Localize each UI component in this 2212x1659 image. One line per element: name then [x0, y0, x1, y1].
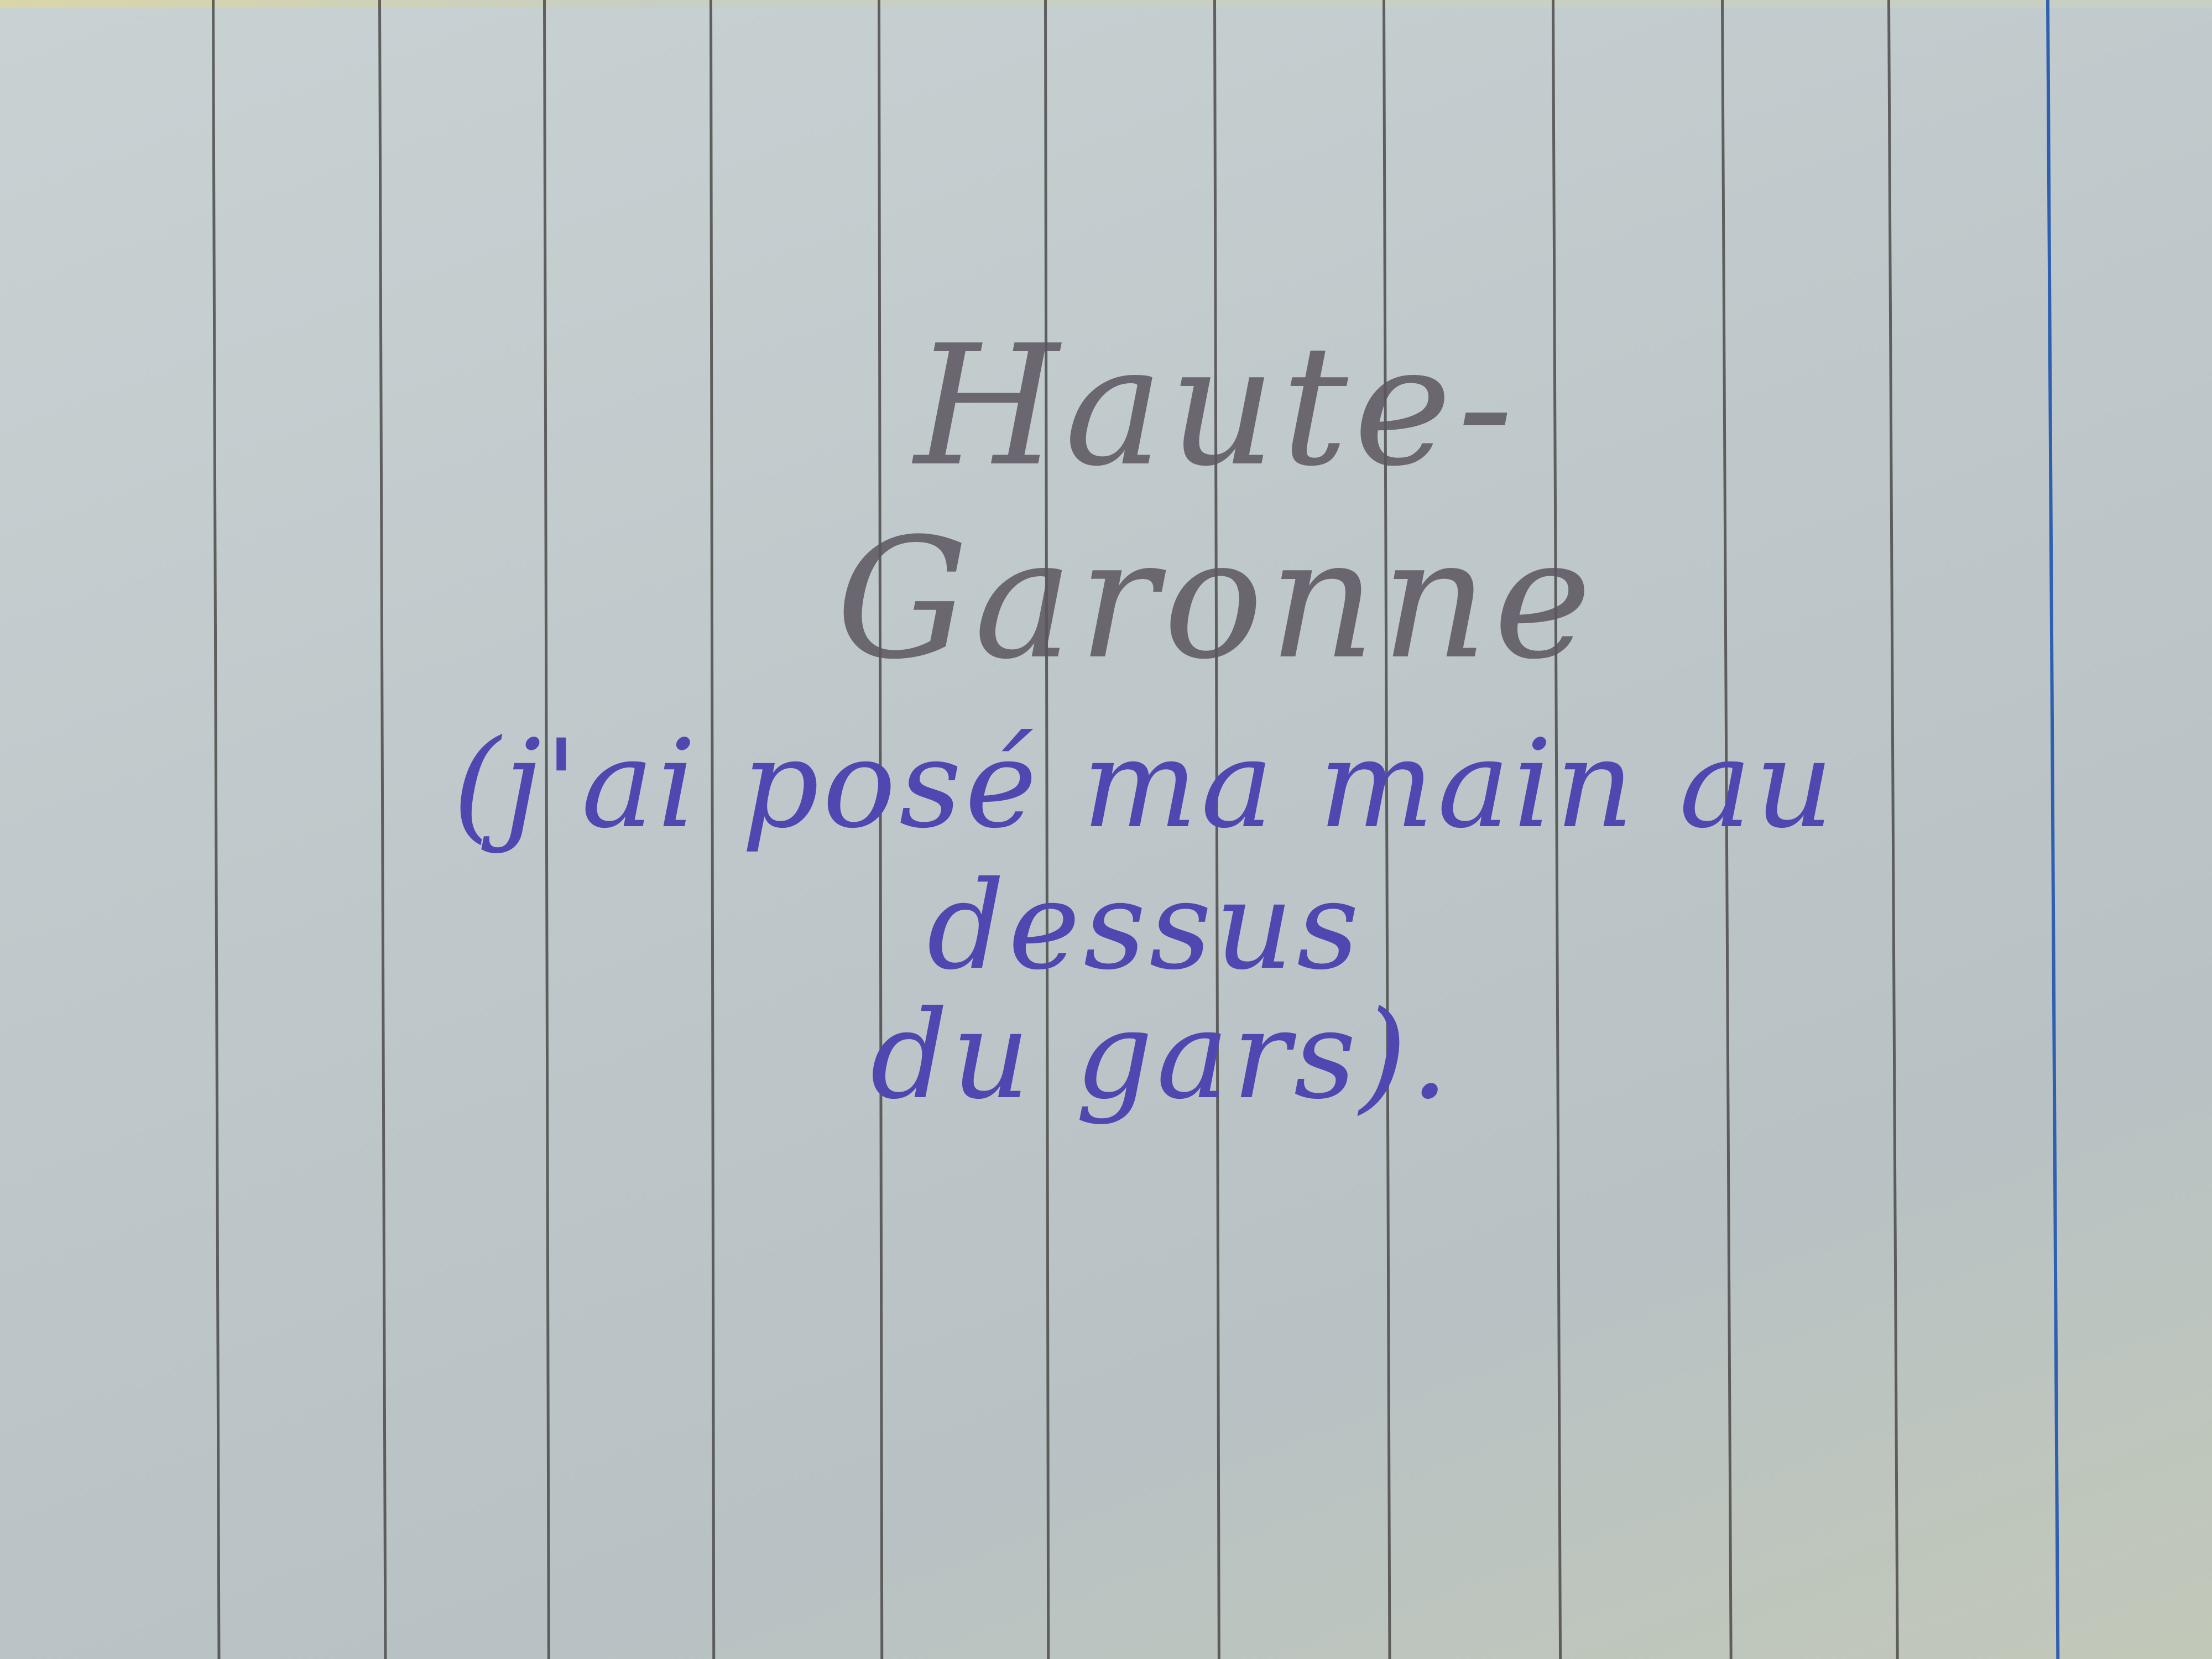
ruled-line	[212, 0, 221, 1659]
margin-line	[2046, 0, 2060, 1659]
paper-edge	[0, 0, 2212, 8]
handwritten-line-1: (j'ai posé ma main au dessus	[452, 713, 1837, 997]
handwritten-line-2: du gars).	[870, 984, 1453, 1126]
handwritten-title: Haute-Garonne	[836, 310, 1598, 696]
